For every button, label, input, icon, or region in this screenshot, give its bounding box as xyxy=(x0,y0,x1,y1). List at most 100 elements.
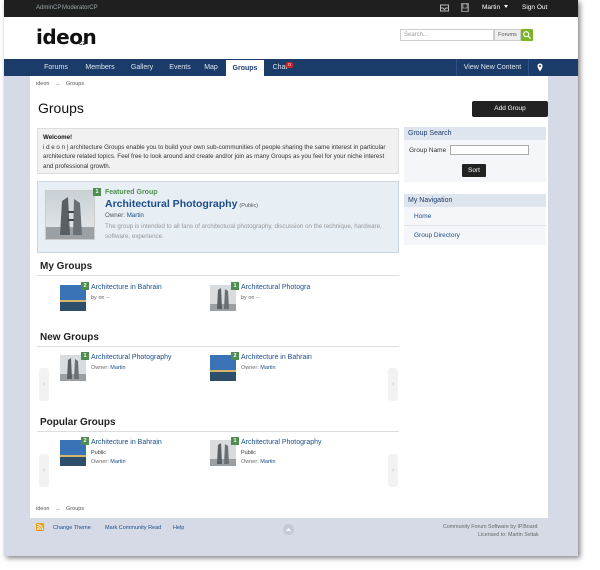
sort-button[interactable]: Sort xyxy=(462,164,486,177)
breadcrumb-home[interactable]: ideon xyxy=(36,506,49,512)
search-input[interactable]: Search... xyxy=(400,29,494,41)
breadcrumb: ideon → Groups xyxy=(36,81,84,87)
nav-item-home[interactable]: Home xyxy=(414,213,431,220)
my-navigation-panel: Home Group Directory xyxy=(404,207,546,245)
footer-credit: Community Forum Software by IP.Board xyxy=(443,524,538,530)
page: AdminCP ModeratorCP Martin Sign Out ideo… xyxy=(4,0,578,556)
group-name-link[interactable]: Architecture in Bahrain xyxy=(91,284,162,291)
profile-icon[interactable] xyxy=(461,3,469,12)
tab-members[interactable]: Members xyxy=(78,59,122,76)
carousel-next-button[interactable]: › xyxy=(388,454,398,487)
group-name-link[interactable]: Architectural Photography xyxy=(241,439,322,446)
featured-group: 1 Featured Group Architectural Photograp… xyxy=(37,181,399,253)
featured-visibility: (Public) xyxy=(239,203,259,209)
footer-license: Licensed to: Martin Svitak xyxy=(478,532,539,538)
view-new-content-link[interactable]: View New Content xyxy=(456,59,528,76)
owner-label: Owner: xyxy=(241,365,259,371)
nav-item-group-directory[interactable]: Group Directory xyxy=(414,232,460,239)
breadcrumb-current: Groups xyxy=(66,81,85,87)
breadcrumb-home[interactable]: ideon xyxy=(36,81,49,87)
welcome-text: i d e o n | architecture Groups enable y… xyxy=(43,143,386,170)
tab-groups[interactable]: Groups xyxy=(226,60,264,76)
owner-link[interactable]: Martin xyxy=(260,365,275,371)
tab-map[interactable]: Map xyxy=(197,59,225,76)
group-count-badge: 2 xyxy=(231,352,239,360)
welcome-heading: Welcome! xyxy=(43,134,73,141)
back-to-top-button[interactable] xyxy=(283,524,294,535)
group-count-badge: 1 xyxy=(81,352,89,360)
rss-feed-icon xyxy=(37,524,43,530)
logo-sub: CZ xyxy=(79,41,86,47)
search-button[interactable] xyxy=(521,29,533,41)
group-owner: Owner: Martin xyxy=(91,459,126,465)
help-link[interactable]: Help xyxy=(173,525,184,531)
new-groups-heading: New Groups xyxy=(40,332,99,343)
featured-owner-row: Owner: Martin xyxy=(105,212,144,219)
divider xyxy=(404,225,546,226)
main-nav: Forums Members Gallery Events Map Groups… xyxy=(4,59,578,76)
featured-title-row: Architectural Photography (Public) xyxy=(105,198,258,210)
featured-count-badge: 1 xyxy=(93,188,101,196)
search-scope-select[interactable]: Forums xyxy=(494,29,521,41)
group-name-link[interactable]: Architectural Photography xyxy=(91,354,172,361)
owner-link[interactable]: Martin xyxy=(260,459,275,465)
inbox-icon[interactable] xyxy=(440,4,449,12)
breadcrumb-current: Groups xyxy=(66,506,85,512)
featured-description: The group is intended to all fans of arc… xyxy=(105,223,382,240)
sign-out-link[interactable]: Sign Out xyxy=(522,4,547,11)
my-groups-heading: My Groups xyxy=(40,261,93,272)
featured-label: Featured Group xyxy=(105,189,158,196)
group-search-heading: Group Search xyxy=(404,127,546,140)
welcome-box: Welcome! i d e o n | architecture Groups… xyxy=(37,128,399,174)
admincp-link[interactable]: AdminCP xyxy=(36,5,61,11)
featured-group-image[interactable] xyxy=(45,190,95,240)
user-menu[interactable]: Martin xyxy=(482,4,500,11)
rss-icon[interactable] xyxy=(36,523,44,531)
group-visibility: Public xyxy=(91,450,106,456)
group-owner: Owner: Martin xyxy=(241,365,276,371)
group-meta: by on -- xyxy=(241,295,260,301)
group-name-input[interactable] xyxy=(450,145,529,155)
owner-label: Owner: xyxy=(241,459,259,465)
group-count-badge: 2 xyxy=(81,437,89,445)
carousel-prev-button[interactable]: ‹ xyxy=(39,368,49,401)
map-pin-button[interactable] xyxy=(528,59,550,76)
chat-count-badge: 0 xyxy=(286,62,293,68)
tab-forums[interactable]: Forums xyxy=(36,59,76,76)
group-owner: Owner: Martin xyxy=(91,365,126,371)
mark-community-read-link[interactable]: Mark Community Read xyxy=(105,525,161,531)
breadcrumb-arrow: → xyxy=(55,506,61,512)
moderatorcp-link[interactable]: ModeratorCP xyxy=(62,5,98,11)
owner-label: Owner: xyxy=(91,365,109,371)
carousel-prev-button[interactable]: ‹ xyxy=(39,454,49,487)
main-content: ideon → Groups Groups Add Group Welcome!… xyxy=(30,76,548,518)
page-title: Groups xyxy=(38,100,84,116)
group-count-badge: 1 xyxy=(231,437,239,445)
group-name-label: Group Name xyxy=(409,147,447,154)
tab-events[interactable]: Events xyxy=(161,59,199,76)
group-owner: Owner: Martin xyxy=(241,459,276,465)
divider xyxy=(37,431,399,432)
group-name-link[interactable]: Architecture in Bahrain xyxy=(241,354,312,361)
group-count-badge: 1 xyxy=(231,282,239,290)
owner-link[interactable]: Martin xyxy=(110,365,125,371)
arrow-up-icon xyxy=(286,528,291,531)
add-group-button[interactable]: Add Group xyxy=(472,101,548,117)
chevron-down-icon xyxy=(504,5,508,8)
carousel-next-button[interactable]: › xyxy=(388,368,398,401)
featured-owner-link[interactable]: Martin xyxy=(127,212,144,219)
group-visibility: Public xyxy=(241,450,256,456)
group-name-link[interactable]: Architecture in Bahrain xyxy=(91,439,162,446)
logo[interactable]: ideon xyxy=(36,25,97,49)
featured-group-name[interactable]: Architectural Photography xyxy=(105,198,237,210)
divider xyxy=(37,275,399,276)
group-meta: by on -- xyxy=(91,295,110,301)
divider xyxy=(37,346,399,347)
change-theme-link[interactable]: Change Theme xyxy=(53,525,91,531)
owner-link[interactable]: Martin xyxy=(110,459,125,465)
popular-groups-heading: Popular Groups xyxy=(40,417,116,428)
tab-gallery[interactable]: Gallery xyxy=(122,59,162,76)
breadcrumb-arrow: → xyxy=(55,81,61,87)
group-name-link[interactable]: Architectural Photogra xyxy=(241,284,310,291)
group-count-badge: 2 xyxy=(81,282,89,290)
